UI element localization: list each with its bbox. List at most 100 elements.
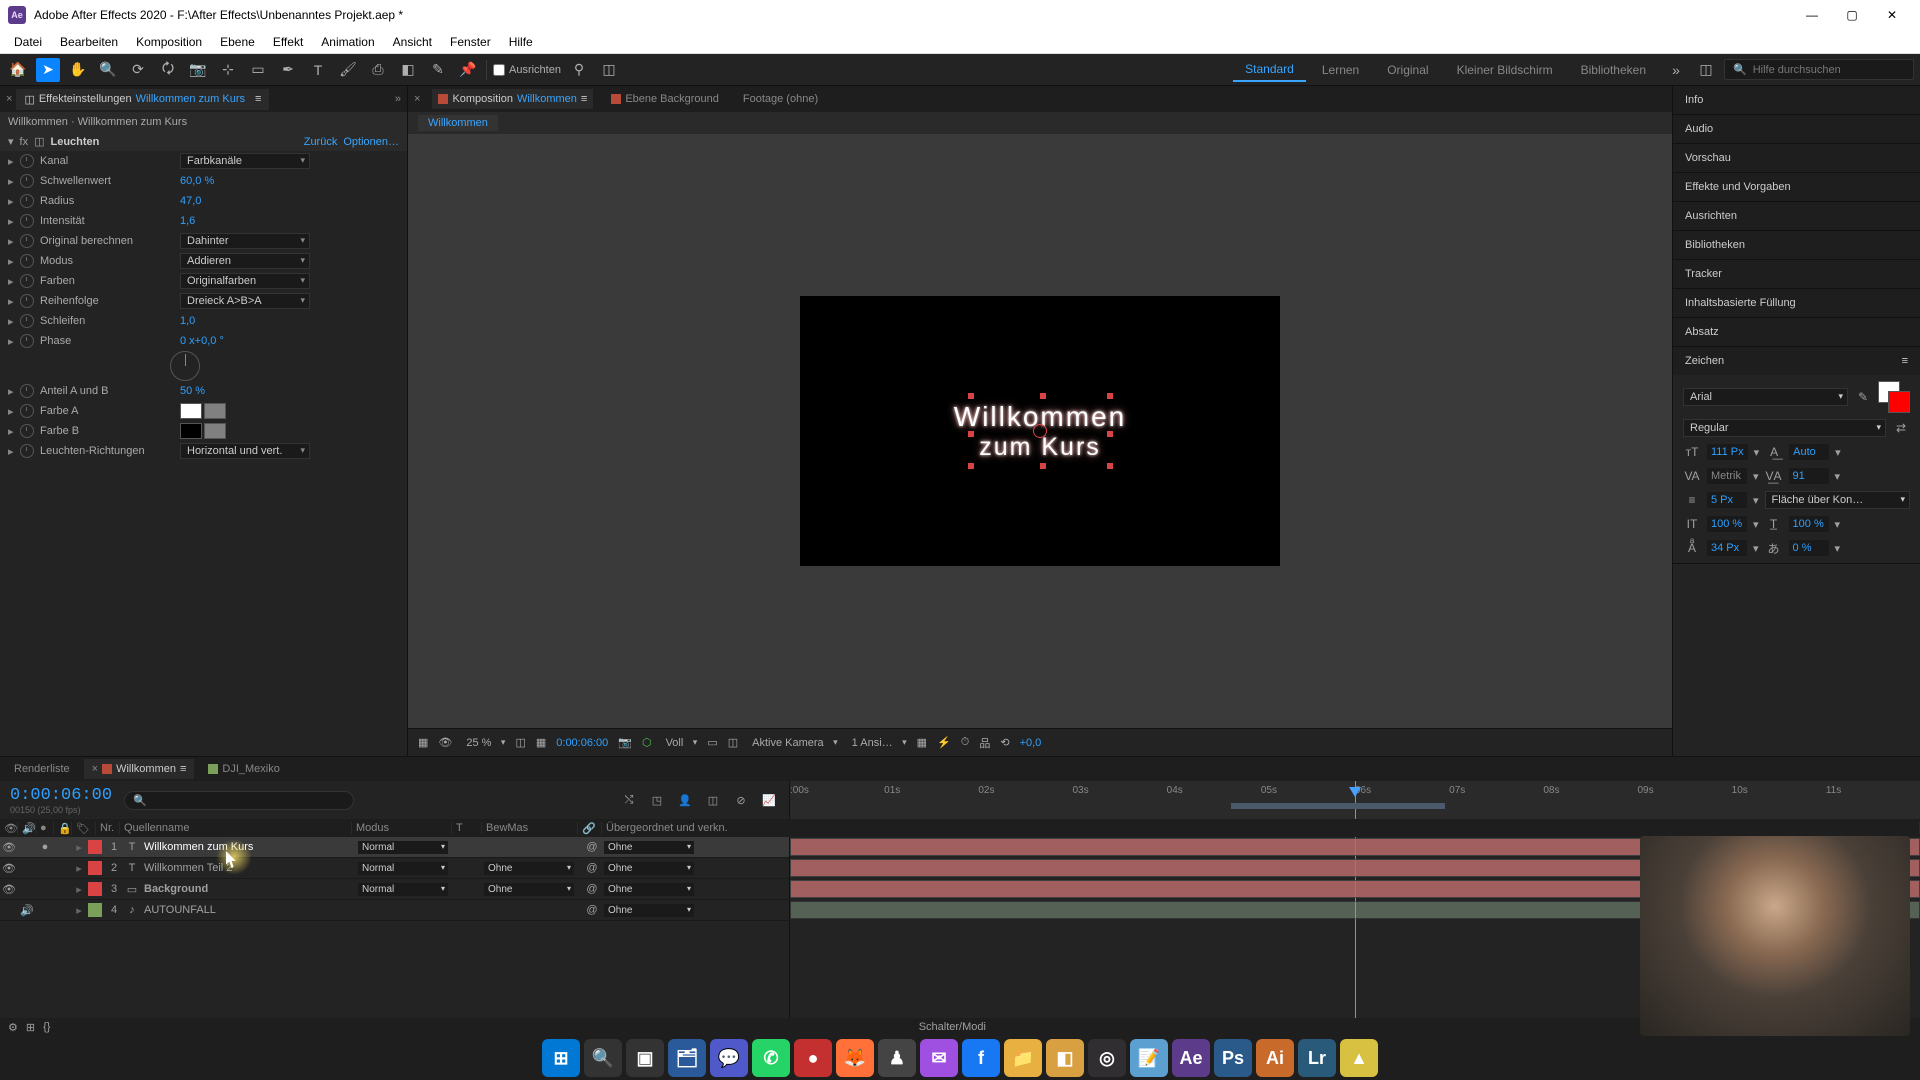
puppet-tool[interactable]: 📌 [456, 58, 480, 82]
layer-name[interactable]: AUTOUNFALL [140, 904, 358, 916]
prop-dropdown[interactable]: Dahinter [180, 233, 310, 249]
rect-tool[interactable]: ▭ [246, 58, 270, 82]
expand-icon[interactable]: ▸ [8, 405, 20, 418]
anchor-point-icon[interactable] [1033, 424, 1047, 438]
camera-tool[interactable]: 📷 [186, 58, 210, 82]
hscale[interactable]: 100 % [1789, 516, 1829, 532]
transparency-icon[interactable]: ▦ [536, 736, 546, 749]
eraser-tool[interactable]: ◧ [396, 58, 420, 82]
leading[interactable]: Auto [1789, 444, 1829, 460]
more-workspaces[interactable]: » [1664, 58, 1688, 82]
layer-color[interactable] [88, 882, 102, 896]
brackets-icon[interactable]: {} [43, 1021, 50, 1033]
phase-dial[interactable] [170, 351, 200, 381]
timeline-icon[interactable]: ⏱ [961, 736, 970, 749]
expand-icon[interactable]: ▸ [8, 315, 20, 328]
panel-audio[interactable]: Audio [1673, 115, 1920, 143]
eyedropper-icon[interactable]: ✎ [1854, 388, 1872, 406]
fx-toggle-icon[interactable]: fx [20, 136, 29, 148]
layer-name[interactable]: Background [140, 883, 358, 895]
timeline-search[interactable]: 🔍 [124, 791, 354, 810]
fx-mask-icon[interactable]: ◫ [34, 135, 44, 148]
pixel-aspect-icon[interactable]: ▦ [917, 736, 927, 749]
taskbar-firefox-icon[interactable]: 🦊 [836, 1039, 874, 1077]
trkmat-dropdown[interactable]: Ohne [484, 883, 574, 896]
taskbar-ai-icon[interactable]: Ai [1256, 1039, 1294, 1077]
menu-hilfe[interactable]: Hilfe [501, 32, 541, 52]
prop-value[interactable]: 50 % [180, 385, 205, 397]
orbit-tool[interactable]: ⟳ [126, 58, 150, 82]
camera-dropdown[interactable]: Aktive Kamera [748, 735, 838, 751]
expand-layer[interactable]: ▸ [72, 904, 86, 917]
viewer-timecode[interactable]: 0:00:06:00 [556, 737, 608, 749]
expand-icon[interactable]: ▸ [8, 335, 20, 348]
footage-tab[interactable]: Footage (ohne) [737, 89, 824, 109]
expand-icon[interactable]: ▸ [8, 235, 20, 248]
grid-guides-icon[interactable]: ◫ [728, 736, 738, 749]
baseline[interactable]: 34 Px [1707, 540, 1747, 556]
prop-value[interactable]: 47,0 [180, 195, 201, 207]
taskbar-facebook-icon[interactable]: f [962, 1039, 1000, 1077]
menu-ebene[interactable]: Ebene [212, 32, 263, 52]
prop-dropdown[interactable]: Horizontal und vert. [180, 443, 310, 459]
workspace-panel-icon[interactable]: ◫ [1694, 58, 1718, 82]
workspace-kleiner bildschirm[interactable]: Kleiner Bildschirm [1445, 59, 1565, 81]
panel-tracker[interactable]: Tracker [1673, 260, 1920, 288]
hand-tool[interactable]: ✋ [66, 58, 90, 82]
fx-options[interactable]: Optionen… [343, 136, 399, 148]
anchor-tool[interactable]: ⊹ [216, 58, 240, 82]
pickwhip-icon[interactable]: @ [580, 862, 604, 874]
audio-toggle[interactable]: 🔊 [18, 904, 36, 917]
layer-row[interactable]: 👁●▸1TWillkommen zum KursNormal@Ohne [0, 837, 789, 858]
mask-vis-icon[interactable]: 👁 [438, 736, 452, 749]
expand-icon[interactable]: ▸ [8, 155, 20, 168]
prop-value[interactable]: 60,0 % [180, 175, 214, 187]
workspace-original[interactable]: Original [1375, 59, 1440, 81]
menu-effekt[interactable]: Effekt [265, 32, 311, 52]
swap-colors-icon[interactable]: ⇄ [1892, 419, 1910, 437]
expand-icon[interactable]: ▸ [8, 295, 20, 308]
panel-effekte-und-vorgaben[interactable]: Effekte und Vorgaben [1673, 173, 1920, 201]
stopwatch-icon[interactable] [20, 334, 34, 348]
menu-datei[interactable]: Datei [6, 32, 50, 52]
taskbar-app2-icon[interactable]: ♟ [878, 1039, 916, 1077]
taskbar-files-icon[interactable]: 📁 [1004, 1039, 1042, 1077]
expand-icon[interactable]: ▸ [8, 175, 20, 188]
panel-inhaltsbasierte-füllung[interactable]: Inhaltsbasierte Füllung [1673, 289, 1920, 317]
taskbar-search-icon[interactable]: 🔍 [584, 1039, 622, 1077]
menu-animation[interactable]: Animation [313, 32, 382, 52]
channel-icon[interactable]: ⬡ [642, 736, 652, 749]
comp-mini-flowchart-icon[interactable]: ⤭ [619, 790, 639, 810]
brush-tool[interactable]: 🖌 [336, 58, 360, 82]
prop-value[interactable]: 1,0 [180, 315, 195, 327]
viewport[interactable]: Willkommen zum Kurs [408, 134, 1672, 728]
taskbar-app3-icon[interactable]: ◧ [1046, 1039, 1084, 1077]
pickwhip-icon[interactable]: @ [580, 883, 604, 895]
workspace-lernen[interactable]: Lernen [1310, 59, 1371, 81]
layer-color[interactable] [88, 861, 102, 875]
panel-info[interactable]: Info [1673, 86, 1920, 114]
color-swatches[interactable] [180, 423, 226, 439]
stopwatch-icon[interactable] [20, 254, 34, 268]
workspace-standard[interactable]: Standard [1233, 58, 1306, 82]
timecode-display[interactable]: 0:00:06:00 [10, 786, 112, 805]
close-button[interactable]: ✕ [1872, 1, 1912, 29]
views-dropdown[interactable]: 1 Ansi… [848, 735, 907, 751]
panel-absatz[interactable]: Absatz [1673, 318, 1920, 346]
mask-tool[interactable]: ◫ [597, 58, 621, 82]
taskbar-notes-icon[interactable]: 📝 [1130, 1039, 1168, 1077]
grid-icon[interactable]: ▦ [418, 736, 428, 749]
menu-fenster[interactable]: Fenster [442, 32, 499, 52]
expand-icon[interactable]: ▸ [8, 195, 20, 208]
maximize-button[interactable]: ▢ [1832, 1, 1872, 29]
roto-tool[interactable]: ✎ [426, 58, 450, 82]
zoom-dropdown[interactable]: 25 % [462, 735, 505, 751]
stroke-mode-dropdown[interactable]: Fläche über Kon… [1765, 491, 1910, 509]
resolution-dropdown[interactable]: Voll [662, 735, 698, 751]
vscale[interactable]: 100 % [1707, 516, 1747, 532]
font-style-dropdown[interactable]: Regular [1683, 419, 1886, 437]
pickwhip-icon[interactable]: @ [580, 904, 604, 916]
frame-blend-icon[interactable]: ◫ [703, 790, 723, 810]
blend-mode-dropdown[interactable]: Normal [358, 841, 448, 854]
taskbar-obs-icon[interactable]: ◎ [1088, 1039, 1126, 1077]
